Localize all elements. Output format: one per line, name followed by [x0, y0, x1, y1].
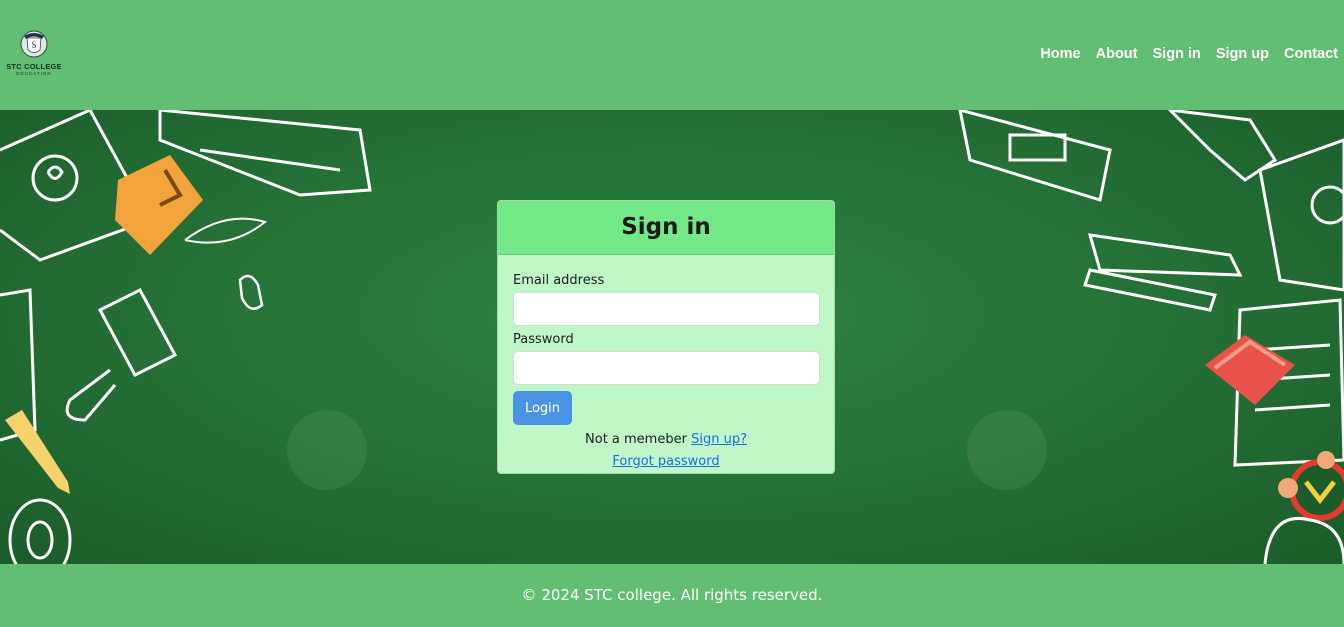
- tag-icon: [958, 110, 1112, 202]
- nav-contact[interactable]: Contact: [1284, 45, 1338, 63]
- forgot-password-line: Forgot password: [513, 454, 819, 470]
- leaf-icon: [184, 217, 268, 244]
- tape-roll-right-icon: [1263, 517, 1344, 564]
- forgot-password-link[interactable]: Forgot password: [612, 454, 719, 469]
- nav-home[interactable]: Home: [1040, 45, 1080, 63]
- signup-link[interactable]: Sign up?: [691, 432, 747, 447]
- password-field[interactable]: [513, 351, 820, 385]
- alarm-clock-icon: [1278, 451, 1344, 521]
- email-field[interactable]: [513, 292, 820, 326]
- nav-about[interactable]: About: [1096, 45, 1138, 63]
- site-logo[interactable]: S STC COLLEGE EDUCATION: [4, 30, 64, 78]
- nav-sign-up[interactable]: Sign up: [1216, 45, 1269, 63]
- email-label: Email address: [513, 273, 605, 288]
- logo-subtitle: EDUCATION: [16, 71, 52, 76]
- footer-copyright: © 2024 STC college. All rights reserved.: [521, 586, 823, 604]
- logo-brand: STC COLLEGE: [6, 62, 62, 71]
- card-body: Email address Password Login Not a memeb…: [498, 255, 834, 470]
- navbar: S STC COLLEGE EDUCATION Home About Sign …: [0, 0, 1344, 110]
- paperclip-icon: [238, 274, 264, 310]
- hero-chalkboard: Sign in Email address Password Login Not…: [0, 110, 1344, 564]
- member-text: Not a memeber: [585, 432, 687, 447]
- main-nav: Home About Sign in Sign up Contact: [1040, 45, 1338, 63]
- red-book-icon: [1205, 335, 1295, 405]
- card-title: Sign in: [621, 214, 711, 240]
- sign-in-card: Sign in Email address Password Login Not…: [497, 200, 835, 474]
- footer: © 2024 STC college. All rights reserved.: [0, 564, 1344, 627]
- card-header: Sign in: [498, 201, 834, 255]
- password-label: Password: [513, 332, 574, 347]
- binder-clip-icon: [65, 288, 178, 422]
- stapler-icon: [1083, 233, 1243, 312]
- logo-initial: S: [31, 40, 36, 50]
- signup-prompt: Not a memeber Sign up?: [513, 432, 819, 448]
- nav-sign-in[interactable]: Sign in: [1153, 45, 1201, 63]
- login-button[interactable]: Login: [513, 391, 572, 425]
- pencil-icon: [5, 410, 70, 494]
- school-crest-icon: S: [20, 30, 48, 58]
- tape-roll-icon: [8, 498, 72, 564]
- pencil-case-icon: [158, 110, 372, 197]
